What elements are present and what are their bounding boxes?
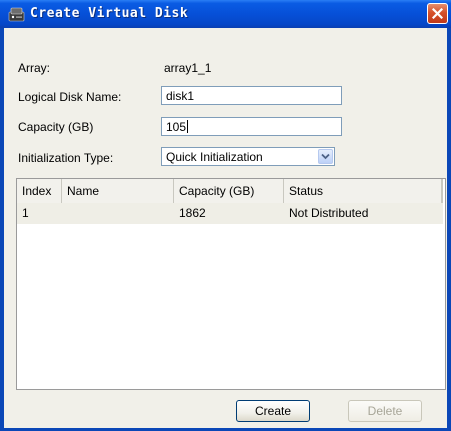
column-header-capacity[interactable]: Capacity (GB)	[174, 179, 284, 203]
disk-drive-icon	[8, 7, 25, 22]
text-caret	[187, 120, 189, 133]
header-scroll-edge	[441, 179, 443, 203]
array-label: Array:	[18, 61, 51, 75]
cell-status: Not Distributed	[289, 206, 369, 220]
table-row[interactable]: 1 1862 Not Distributed	[17, 203, 443, 224]
delete-button[interactable]: Delete	[348, 400, 422, 422]
close-icon	[432, 8, 443, 19]
column-header-label: Index	[22, 184, 52, 198]
capacity-input[interactable]: 105	[161, 117, 342, 136]
logical-disk-name-input[interactable]: disk1	[161, 86, 342, 105]
cell-name	[62, 203, 174, 224]
column-header-label: Capacity (GB)	[179, 184, 255, 198]
cell-capacity: 1862	[179, 206, 206, 220]
column-header-label: Name	[67, 184, 100, 198]
table-header: Index Name Capacity (GB) Status	[17, 179, 443, 204]
window-title: Create Virtual Disk	[30, 6, 189, 21]
chevron-down-icon	[321, 153, 330, 160]
logical-disk-name-label: Logical Disk Name:	[18, 90, 122, 104]
close-button[interactable]	[427, 3, 448, 24]
initialization-type-value: Quick Initialization	[166, 150, 263, 164]
column-header-name[interactable]: Name	[62, 179, 174, 203]
dialog-body: Array: array1_1 Logical Disk Name: disk1…	[4, 28, 447, 428]
array-value: array1_1	[164, 61, 212, 75]
initialization-type-label: Initialization Type:	[18, 151, 114, 165]
virtual-disk-table[interactable]: Index Name Capacity (GB) Status 1 1862 N…	[16, 178, 446, 390]
create-button[interactable]: Create	[236, 400, 310, 422]
initialization-type-select[interactable]: Quick Initialization	[161, 147, 335, 166]
column-header-status[interactable]: Status	[284, 179, 441, 203]
title-bar[interactable]: Create Virtual Disk	[0, 0, 451, 28]
cell-index: 1	[22, 206, 29, 220]
column-header-label: Status	[289, 184, 324, 198]
capacity-value: 105	[166, 120, 187, 134]
dropdown-button[interactable]	[318, 149, 333, 164]
column-header-index[interactable]: Index	[17, 179, 62, 203]
capacity-label: Capacity (GB)	[18, 120, 94, 134]
dialog-window: Create Virtual Disk Array: array1_1 Logi…	[0, 0, 451, 431]
logical-disk-name-value: disk1	[166, 89, 195, 103]
